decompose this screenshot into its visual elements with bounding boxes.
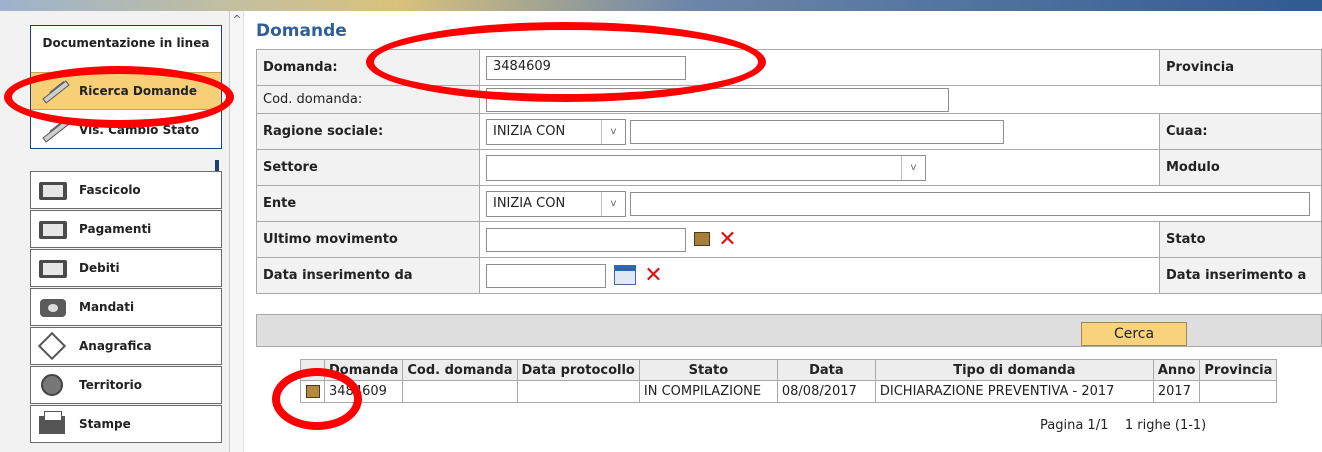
column-header[interactable]: Provincia (1199, 359, 1278, 381)
ragione-sociale-input[interactable] (630, 119, 1005, 144)
select-value: INIZIA CON (493, 196, 566, 211)
column-header[interactable]: Tipo di domanda (874, 359, 1154, 381)
chevron-down-icon: v (601, 119, 625, 144)
folder-icon[interactable] (694, 231, 712, 248)
nav-item-label: Territorio (79, 378, 142, 392)
main-content: Domande Domanda: 3484609 Provincia Cod. … (246, 11, 1322, 452)
cell-data-protocollo (516, 380, 640, 403)
nav-item-label: Pagamenti (79, 222, 152, 236)
ragione-sociale-label: Ragione sociale: (256, 113, 480, 150)
column-header[interactable]: Data (776, 359, 876, 381)
page-title: Domande (256, 21, 347, 41)
clear-icon[interactable]: ✕ (718, 228, 736, 250)
nav-item-anagrafica[interactable]: Anagrafica (30, 327, 222, 365)
scroll-up-arrow-icon[interactable]: ^ (230, 13, 244, 29)
domanda-input[interactable]: 3484609 (486, 55, 686, 80)
pencil-icon (37, 76, 75, 106)
sidebar: Documentazione in linea Ricerca Domande … (0, 11, 230, 452)
cell-data: 08/08/2017 (776, 380, 876, 403)
cell-cod-domanda (402, 380, 518, 403)
folder-icon[interactable] (305, 385, 320, 398)
settore-label: Settore (256, 149, 480, 186)
pencil-icon (37, 115, 75, 145)
column-header[interactable]: Anno (1152, 359, 1201, 381)
nav-item-stampe[interactable]: Stampe (30, 405, 222, 443)
search-bar: Cerca (256, 314, 1322, 347)
briefcase-icon (37, 295, 69, 319)
nav-item-label: Stampe (79, 417, 131, 431)
folder-icon (37, 217, 69, 241)
printer-icon (37, 411, 69, 436)
globe-icon (37, 373, 69, 397)
data-inserimento-da-label: Data inserimento da (256, 257, 480, 294)
sidebar-item-ricerca-domande[interactable]: Ricerca Domande (31, 72, 221, 110)
ultimo-movimento-label: Ultimo movimento (256, 221, 480, 258)
table-row[interactable]: 3484609 IN COMPILAZIONE 08/08/2017 DICHI… (300, 380, 1278, 403)
column-header[interactable]: Cod. domanda (402, 359, 518, 381)
nav-item-label: Anagrafica (79, 339, 152, 353)
nav-item-label: Mandati (79, 300, 135, 314)
ente-operator-select[interactable]: INIZIA CON v (486, 190, 626, 217)
data-inserimento-da-input[interactable] (486, 263, 606, 288)
pager: Pagina 1/1 1 righe (1-1) (1040, 418, 1206, 433)
provincia-label: Provincia (1159, 49, 1322, 86)
modulo-label: Modulo (1159, 149, 1322, 186)
search-button[interactable]: Cerca (1081, 322, 1187, 346)
ente-input[interactable] (630, 191, 1311, 216)
select-value: INIZIA CON (493, 124, 566, 139)
cube-icon (37, 331, 69, 361)
domanda-label: Domanda: (256, 49, 480, 86)
cell-tipo: DICHIARAZIONE PREVENTIVA - 2017 (874, 380, 1154, 403)
cell-stato: IN COMPILAZIONE (638, 380, 778, 403)
settore-select[interactable]: v (486, 154, 926, 181)
data-inserimento-a-label: Data inserimento a (1159, 257, 1322, 294)
column-header[interactable]: Stato (638, 359, 778, 381)
chevron-down-icon: v (601, 191, 625, 216)
clear-icon[interactable]: ✕ (644, 264, 662, 286)
ente-label: Ente (256, 185, 480, 222)
open-row-icon-cell[interactable] (300, 380, 325, 403)
calendar-icon[interactable] (614, 264, 638, 287)
documentation-panel: Documentazione in linea Ricerca Domande … (30, 25, 222, 149)
cell-anno: 2017 (1152, 380, 1201, 403)
sidebar-scrollbar[interactable]: ^ (230, 11, 244, 452)
cuaa-label: Cuaa: (1159, 113, 1322, 150)
stato-label: Stato (1159, 221, 1322, 258)
nav-item-territorio[interactable]: Territorio (30, 366, 222, 404)
column-header (300, 359, 325, 381)
nav-item-debiti[interactable]: Debiti (30, 249, 222, 287)
sidebar-item-vis-cambio-stato[interactable]: Vis. Cambio Stato (31, 111, 221, 149)
cod-domanda-input[interactable] (486, 87, 949, 112)
top-banner (0, 0, 1322, 11)
search-form: Domanda: 3484609 Provincia Cod. domanda:… (256, 49, 1322, 294)
sidebar-item-label: Ricerca Domande (79, 84, 197, 98)
ragione-sociale-operator-select[interactable]: INIZIA CON v (486, 118, 626, 145)
column-header[interactable]: Data protocollo (516, 359, 640, 381)
folder-icon (37, 178, 69, 202)
sidebar-item-label: Vis. Cambio Stato (79, 123, 200, 137)
cell-provincia (1199, 380, 1278, 403)
nav-item-mandati[interactable]: Mandati (30, 288, 222, 326)
nav-item-label: Fascicolo (79, 183, 141, 197)
documentation-link[interactable]: Documentazione in linea (31, 36, 221, 50)
nav-item-pagamenti[interactable]: Pagamenti (30, 210, 222, 248)
ultimo-movimento-input[interactable] (486, 227, 686, 252)
pager-page: Pagina 1/1 (1040, 418, 1109, 433)
nav-item-label: Debiti (79, 261, 120, 275)
results-table: Domanda Cod. domanda Data protocollo Sta… (300, 359, 1278, 403)
pager-rows: 1 righe (1-1) (1124, 418, 1207, 433)
folder-icon (37, 256, 69, 280)
cell-domanda: 3484609 (323, 380, 404, 403)
cod-domanda-label: Cod. domanda: (256, 85, 480, 114)
column-header[interactable]: Domanda (323, 359, 404, 381)
nav-item-fascicolo[interactable]: Fascicolo (30, 171, 222, 209)
chevron-down-icon: v (901, 155, 925, 180)
